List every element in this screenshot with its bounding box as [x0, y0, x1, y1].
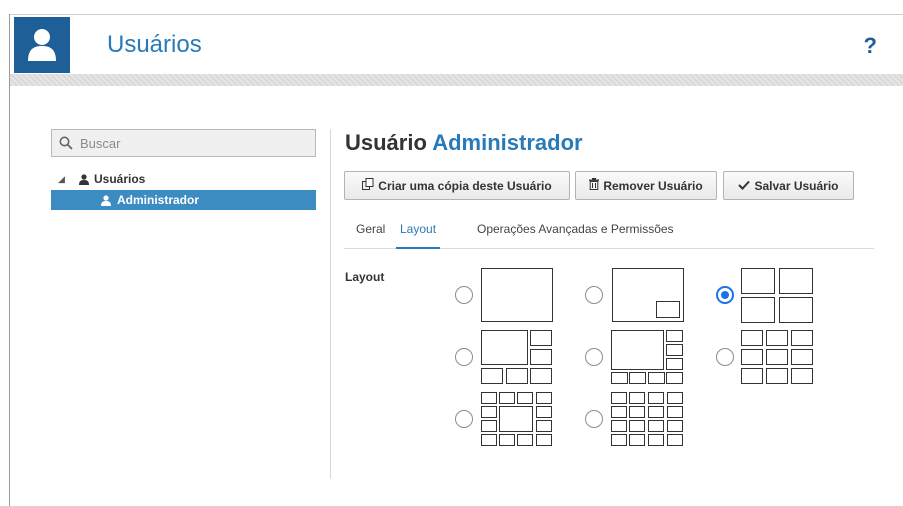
layout-thumbnail-1x1[interactable]	[481, 268, 553, 322]
remove-user-button[interactable]: Remover Usuário	[575, 171, 717, 200]
layout-radio-1-plus-5[interactable]	[455, 348, 473, 366]
tab-geral[interactable]: Geral	[356, 222, 385, 249]
user-heading-name: Administrador	[432, 130, 583, 155]
save-user-button[interactable]: Salvar Usuário	[723, 171, 854, 200]
layout-radio-1-pip[interactable]	[585, 286, 603, 304]
panel-divider	[330, 129, 331, 479]
layout-section-label: Layout	[345, 270, 385, 284]
tree-node-label: Usuários	[94, 172, 146, 186]
tab-layout[interactable]: Layout	[396, 222, 441, 249]
window-left-frame	[0, 14, 10, 506]
tab-advanced-permissions[interactable]: Operações Avançadas e Permissões	[477, 222, 674, 249]
search-input[interactable]	[80, 134, 310, 152]
copy-user-label: Criar uma cópia deste Usuário	[378, 178, 552, 193]
user-tabs: Geral Layout Operações Avançadas e Permi…	[344, 218, 874, 249]
layout-thumbnail-1-pip[interactable]	[612, 268, 684, 322]
check-icon	[738, 179, 751, 193]
layout-radio-2x2[interactable]	[716, 286, 734, 304]
user-icon	[79, 173, 89, 185]
copy-icon	[362, 178, 374, 193]
user-heading: Usuário Administrador	[345, 130, 583, 156]
help-icon[interactable]: ?	[864, 33, 877, 59]
header-divider-strip	[10, 74, 903, 86]
layout-thumbnail-2x2[interactable]	[741, 268, 814, 324]
tree-node-users[interactable]: ◢ Usuários	[58, 170, 145, 188]
layout-radio-4x4[interactable]	[585, 410, 603, 428]
user-heading-prefix: Usuário	[345, 130, 427, 155]
tree-collapse-icon[interactable]: ◢	[58, 174, 74, 185]
tree-node-administrador[interactable]: Administrador	[51, 190, 316, 210]
user-icon	[101, 194, 111, 206]
layout-radio-1x1[interactable]	[455, 286, 473, 304]
layout-thumbnail-4x4[interactable]	[611, 392, 684, 447]
layout-thumbnail-1-plus-5[interactable]	[481, 330, 553, 385]
user-icon	[14, 17, 70, 73]
layout-radio-1-plus-12[interactable]	[455, 410, 473, 428]
window-top-frame	[0, 0, 903, 14]
layout-radio-1-plus-7[interactable]	[585, 348, 603, 366]
page-header: Usuários ?	[10, 14, 903, 74]
search-box	[51, 129, 316, 157]
layout-thumbnail-1-plus-7[interactable]	[611, 330, 684, 385]
tree-node-label: Administrador	[117, 193, 200, 207]
remove-user-label: Remover Usuário	[603, 178, 703, 193]
trash-icon	[589, 178, 600, 193]
search-icon	[59, 136, 73, 150]
layout-radio-3x3[interactable]	[716, 348, 734, 366]
layout-thumbnail-3x3[interactable]	[741, 330, 814, 385]
page-title: Usuários	[107, 31, 202, 58]
layout-thumbnail-1-plus-12[interactable]	[481, 392, 553, 447]
save-user-label: Salvar Usuário	[754, 178, 839, 193]
copy-user-button[interactable]: Criar uma cópia deste Usuário	[344, 171, 570, 200]
